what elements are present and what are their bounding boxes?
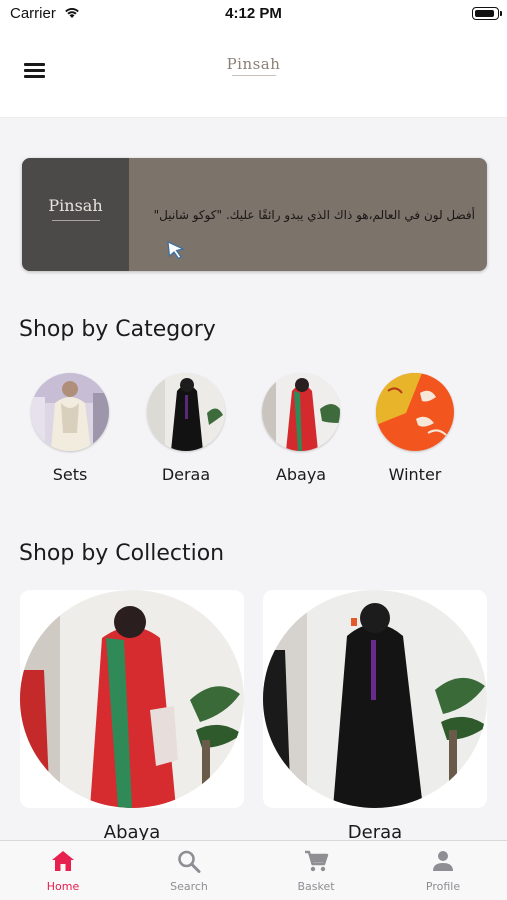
category-deraa[interactable]: Deraa bbox=[146, 373, 226, 484]
brand-logo: Pinsah bbox=[0, 54, 507, 76]
shop-by-category-title: Shop by Category bbox=[19, 317, 216, 342]
search-icon bbox=[178, 850, 201, 873]
tab-basket[interactable]: Basket bbox=[253, 841, 379, 900]
banner-logo: Pinsah bbox=[22, 158, 129, 271]
shop-by-collection-title: Shop by Collection bbox=[19, 541, 225, 566]
quote-banner[interactable]: Pinsah أفضل لون في العالم،هو ذاك الذي يب… bbox=[22, 158, 487, 271]
cursor-icon bbox=[167, 241, 185, 260]
brand-logo-text: Pinsah bbox=[226, 55, 281, 73]
tab-search-label: Search bbox=[170, 880, 208, 893]
banner-quote: أفضل لون في العالم،هو ذاك الذي يبدو رائق… bbox=[153, 208, 475, 222]
collection-abaya-card[interactable]: Abaya bbox=[20, 590, 244, 843]
category-sets-image bbox=[31, 373, 109, 451]
status-bar: Carrier 4:12 PM bbox=[0, 0, 507, 30]
tab-home-label: Home bbox=[46, 880, 80, 893]
collection-abaya-image bbox=[20, 590, 244, 808]
cart-icon bbox=[305, 850, 329, 872]
category-winter-image bbox=[376, 373, 454, 451]
tab-profile-label: Profile bbox=[425, 880, 461, 893]
category-abaya-image bbox=[262, 373, 340, 451]
category-winter[interactable]: Winter bbox=[375, 373, 455, 484]
category-deraa-label: Deraa bbox=[161, 465, 211, 484]
category-sets-label: Sets bbox=[52, 465, 88, 484]
home-icon bbox=[52, 851, 74, 871]
person-icon bbox=[433, 851, 453, 871]
category-sets[interactable]: Sets bbox=[30, 373, 110, 484]
tab-search[interactable]: Search bbox=[126, 841, 252, 900]
banner-logo-text: Pinsah bbox=[48, 196, 103, 215]
tab-home[interactable]: Home bbox=[0, 841, 126, 900]
tab-profile[interactable]: Profile bbox=[380, 841, 506, 900]
category-winter-label: Winter bbox=[388, 465, 442, 484]
category-abaya[interactable]: Abaya bbox=[261, 373, 341, 484]
clock: 4:12 PM bbox=[225, 5, 282, 22]
bottom-tab-bar: Home Search Basket Profile bbox=[0, 840, 507, 900]
collection-deraa-card[interactable]: Deraa bbox=[263, 590, 487, 843]
app-header: Pinsah bbox=[0, 30, 507, 118]
collection-deraa-image bbox=[263, 590, 487, 808]
category-deraa-image bbox=[147, 373, 225, 451]
battery-icon bbox=[472, 7, 502, 20]
category-abaya-label: Abaya bbox=[275, 465, 327, 484]
tab-basket-label: Basket bbox=[297, 880, 335, 893]
